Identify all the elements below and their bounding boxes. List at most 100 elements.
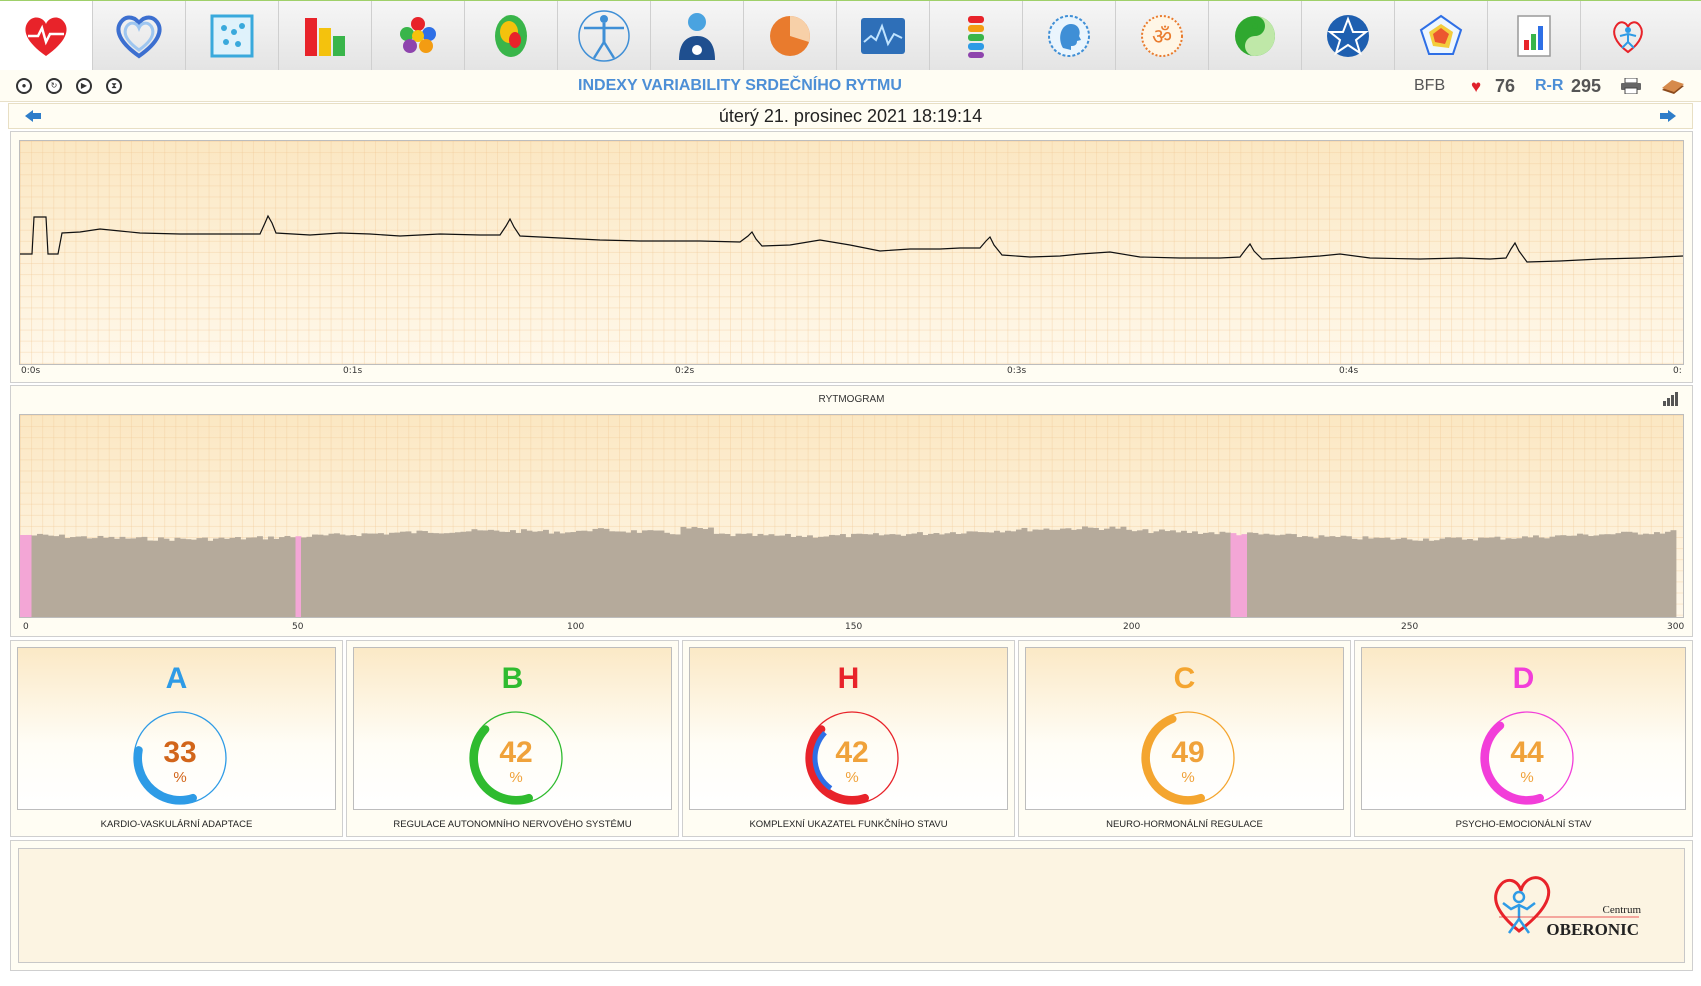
tool-spine[interactable]: [930, 1, 1023, 71]
ecg-tick-label: 0:1s: [343, 366, 363, 376]
rytmogram-bar: [202, 537, 208, 617]
tool-vitruvian-man[interactable]: [558, 1, 651, 71]
rytmogram-bar: [697, 528, 703, 617]
tool-report-chart[interactable]: [1488, 1, 1581, 71]
rytmogram-bar: [1027, 531, 1033, 617]
rytmogram-bar: [1016, 529, 1022, 617]
rytmogram-bar: [290, 537, 296, 617]
index-card-h[interactable]: H 42% KOMPLEXNÍ UKAZATEL FUNKČNÍHO STAVU: [682, 640, 1015, 837]
rytmogram-bar: [1610, 534, 1616, 617]
rytmogram-bar: [1038, 529, 1044, 617]
tool-dots-grid[interactable]: [186, 1, 279, 71]
rytmogram-bar: [1423, 538, 1429, 617]
rytmogram-bar: [587, 531, 593, 617]
rytmogram-bar: [664, 532, 670, 617]
rytmogram-bar: [1148, 533, 1154, 617]
om-symbol-icon: ॐ: [1141, 15, 1183, 57]
rytmogram-bar: [515, 532, 522, 617]
index-gauge: 44%: [1480, 711, 1574, 805]
tool-double-heart[interactable]: [93, 1, 186, 71]
rytmogram-bar: [625, 532, 632, 617]
tool-pentagram[interactable]: [1302, 1, 1395, 71]
rytmogram-bar: [504, 531, 511, 617]
printer-icon[interactable]: [1620, 78, 1642, 94]
rytmogram-bar: [1527, 537, 1534, 617]
notes-area: Centrum OBERONIC: [18, 848, 1685, 963]
rytmogram-bar: [823, 536, 830, 617]
tool-om-symbol[interactable]: ॐ: [1116, 1, 1209, 71]
rytmogram-bar: [1439, 538, 1446, 617]
index-card-a[interactable]: A 33% KARDIO-VASKULÁRNÍ ADAPTACE: [10, 640, 343, 837]
tool-yin-yang[interactable]: [1209, 1, 1302, 71]
yin-yang-icon: [1235, 16, 1275, 56]
rytmogram-bar: [1170, 530, 1176, 617]
rytmogram-bar: [312, 534, 318, 617]
tool-bar-chart[interactable]: [279, 1, 372, 71]
rytmogram-tick-label: 50: [292, 622, 304, 632]
rytmogram-bar-highlighted: [26, 534, 32, 617]
rytmogram-bar: [482, 530, 489, 617]
index-letter: B: [501, 662, 524, 695]
rytmogram-bar: [1307, 536, 1314, 617]
tool-doctor[interactable]: [651, 1, 744, 71]
tool-pie-chart[interactable]: [744, 1, 837, 71]
rytmogram-bar: [1032, 529, 1039, 617]
logo-name-text: OBERONIC: [1546, 920, 1639, 939]
heart-ecg-icon: [25, 17, 67, 56]
index-gauge: 42%: [805, 711, 899, 805]
bfb-button[interactable]: BFB: [1414, 77, 1445, 95]
book-icon[interactable]: [1660, 78, 1686, 94]
rytmogram-bar: [1401, 537, 1407, 617]
rytmogram-bar: [42, 534, 49, 617]
bar-chart-icon: [305, 18, 345, 56]
index-gauge: 49%: [1141, 711, 1235, 805]
rytmogram-bar: [631, 530, 637, 617]
rytmogram-bar: [301, 537, 307, 617]
rytmogram-bar: [1192, 531, 1198, 617]
ecg-plot: [19, 140, 1684, 365]
rytmogram-bar: [108, 536, 115, 617]
rytmogram-bar: [829, 534, 835, 617]
tool-hexagons[interactable]: [372, 1, 465, 71]
rytmogram-bar: [917, 532, 923, 617]
tool-heart-ecg[interactable]: [0, 1, 93, 71]
rytmogram-bar: [1368, 538, 1374, 617]
rytmogram-bar: [576, 530, 582, 617]
rytmogram-bar: [334, 533, 340, 617]
index-card-b[interactable]: B 42% REGULACE AUTONOMNÍHO NERVOVÉHO SYS…: [346, 640, 679, 837]
rytmogram-bar: [1522, 536, 1528, 617]
tool-head-profile[interactable]: [1023, 1, 1116, 71]
rytmogram-bar: [774, 535, 780, 617]
rytmogram-bar: [867, 534, 874, 617]
rytmogram-bar: [257, 536, 263, 617]
rytmogram-bar: [1456, 537, 1462, 617]
rytmogram-bar: [136, 537, 142, 617]
rytmogram-bar: [966, 531, 973, 617]
rytmogram-bar: [1489, 537, 1495, 617]
rytmogram-bar: [884, 534, 890, 617]
rytmogram-bar: [1186, 532, 1193, 617]
rytmogram-bar: [1203, 532, 1209, 617]
index-caption: REGULACE AUTONOMNÍHO NERVOVÉHO SYSTÉMU: [393, 819, 632, 830]
rytmogram-bar: [950, 532, 956, 617]
gauge-value: 42: [499, 736, 532, 769]
index-card-d[interactable]: D 44% PSYCHO-EMOCIONÁLNÍ STAV: [1354, 640, 1693, 837]
rytmogram-bar: [92, 538, 98, 617]
tool-oberonic[interactable]: [1581, 1, 1674, 71]
gauge-value: 42: [835, 736, 868, 769]
rytmogram-bar: [416, 530, 423, 617]
tool-brain-map[interactable]: [465, 1, 558, 71]
index-caption: KARDIO-VASKULÁRNÍ ADAPTACE: [100, 819, 253, 830]
signal-bars-icon[interactable]: [1662, 392, 1678, 406]
rytmogram-bar: [1049, 529, 1055, 617]
rytmogram-bar: [691, 526, 698, 617]
index-card-c[interactable]: C 49% NEURO-HORMONÁLNÍ REGULACE: [1018, 640, 1351, 837]
gauge-percent: %: [845, 769, 858, 786]
rytmogram-bar: [653, 530, 659, 617]
ecg-trace-svg: [20, 214, 1684, 263]
ecg-tick-label: 0:0s: [21, 366, 41, 376]
tool-radar-pentagon[interactable]: [1395, 1, 1488, 71]
tool-waveform[interactable]: [837, 1, 930, 71]
rytmogram-bar: [1340, 535, 1347, 617]
next-arrow-icon[interactable]: [1658, 108, 1678, 124]
